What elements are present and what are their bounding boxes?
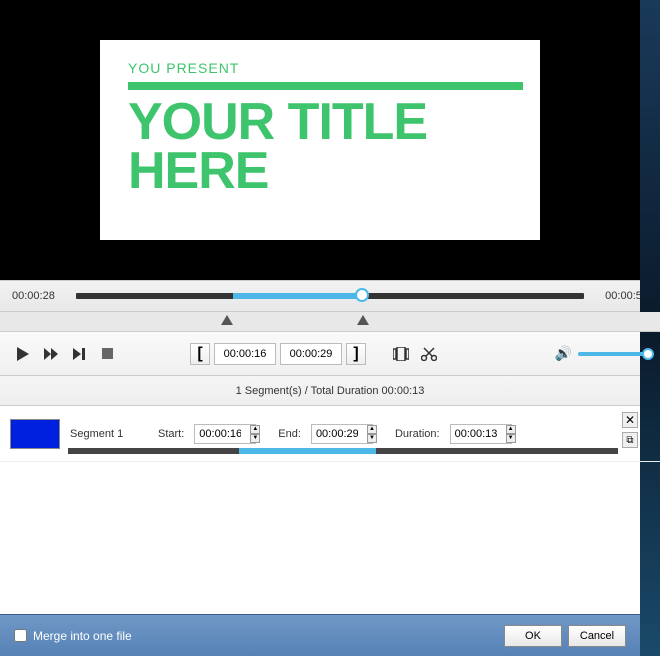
end-up[interactable]: ▲ [367,425,377,434]
in-marker[interactable] [221,315,233,325]
clip-range-controls: [ ] [190,343,366,365]
segment-list: Segment 1 Start: ▲▼ End: ▲▼ Duration: ▲▼… [0,406,660,606]
volume-thumb[interactable] [642,348,654,360]
current-time: 00:00:28 [12,290,66,302]
cancel-button[interactable]: Cancel [568,625,626,647]
copy-segment-button[interactable]: ⧉ [622,432,638,448]
segment-range-slider[interactable] [68,448,618,454]
start-label: Start: [158,428,184,440]
dur-down[interactable]: ▼ [506,434,516,443]
volume-icon: 🔊 [555,345,572,362]
duration-label: Duration: [395,428,440,440]
merge-label: Merge into one file [33,629,132,643]
preview-slide: YOU PRESENT YOUR TITLE HERE [100,40,540,240]
timeline-bar: 00:00:28 00:00:51 [0,280,660,312]
volume-slider[interactable] [578,352,648,356]
segment-start-field[interactable] [194,424,256,444]
playback-controls: [ ] 🔊 [0,332,660,376]
segment-name: Segment 1 [70,428,140,440]
segment-summary: 1 Segment(s) / Total Duration 00:00:13 [0,376,660,406]
segment-thumbnail[interactable] [10,419,60,449]
dur-up[interactable]: ▲ [506,425,516,434]
merge-checkbox-wrap[interactable]: Merge into one file [14,629,132,643]
timeline-playhead[interactable] [355,288,369,302]
set-in-point-button[interactable]: [ [190,343,210,365]
fast-forward-button[interactable] [40,343,62,365]
slide-subtitle: YOU PRESENT [128,60,512,76]
stop-button[interactable] [96,343,118,365]
play-button[interactable] [12,343,34,365]
cut-button[interactable] [418,343,440,365]
out-marker[interactable] [357,315,369,325]
set-out-point-button[interactable]: ] [346,343,366,365]
video-preview-area: YOU PRESENT YOUR TITLE HERE [0,0,640,280]
crop-button[interactable] [390,343,412,365]
merge-checkbox[interactable] [14,629,27,642]
clip-end-field[interactable] [280,343,342,365]
clip-start-field[interactable] [214,343,276,365]
dialog-footer: Merge into one file OK Cancel [0,614,640,656]
ok-button[interactable]: OK [504,625,562,647]
timeline-selection [233,293,360,299]
slide-title: YOUR TITLE HERE [128,98,512,197]
start-down[interactable]: ▼ [250,434,260,443]
slide-divider [128,82,523,90]
end-label: End: [278,428,301,440]
marker-bar [0,312,660,332]
end-down[interactable]: ▼ [367,434,377,443]
segment-duration-field[interactable] [450,424,512,444]
summary-text: 1 Segment(s) / Total Duration 00:00:13 [236,385,425,397]
segment-end-field[interactable] [311,424,373,444]
delete-segment-button[interactable]: ✕ [622,412,638,428]
segment-range-selection [239,448,377,454]
next-frame-button[interactable] [68,343,90,365]
timeline-track[interactable] [76,293,584,299]
start-up[interactable]: ▲ [250,425,260,434]
segment-row: Segment 1 Start: ▲▼ End: ▲▼ Duration: ▲▼… [0,406,660,462]
